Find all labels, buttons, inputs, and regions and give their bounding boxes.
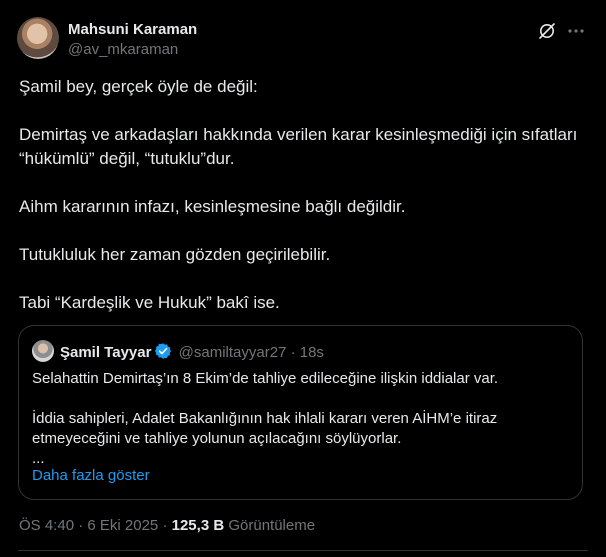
show-more-link[interactable]: Daha fazla göster [32,467,150,484]
tweet-footer: ÖS 4:40 · 6 Eki 2025 · 125,3 B Görüntüle… [19,517,315,534]
author-avatar[interactable] [17,17,59,59]
quoted-tweet[interactable]: Şamil Tayyar @samiltayyar27 · 18s Selaha… [18,325,583,500]
author-handle[interactable]: @av_mkaraman [68,41,178,58]
tweet-paragraph: Şamil bey, gerçek öyle de değil: [19,77,258,96]
tweet-text: Şamil bey, gerçek öyle de değil: Demirta… [19,75,579,315]
quoted-tweet-header: Şamil Tayyar @samiltayyar27 · 18s [60,342,324,361]
more-icon[interactable] [566,21,586,41]
quoted-author-avatar[interactable] [32,340,54,362]
meta-separator: · [78,517,84,534]
quoted-tweet-time[interactable]: 18s [300,344,324,361]
tweet-date[interactable]: 6 Eki 2025 [87,517,158,534]
divider [18,550,588,551]
view-count: 125,3 B [171,517,225,534]
meta-separator: · [162,517,168,534]
tweet-paragraph: Tutukluluk her zaman gözden geçirilebili… [19,245,331,264]
meta-separator: · [290,344,296,361]
quoted-tweet-text: Selahattin Demirtaş’ın 8 Ekim’de tahliye… [32,369,562,469]
quoted-author-handle[interactable]: @samiltayyar27 [179,344,287,361]
author-name[interactable]: Mahsuni Karaman [68,21,197,38]
tweet: Mahsuni Karaman @av_mkaraman Şamil bey, … [0,0,606,557]
view-label: Görüntüleme [228,517,316,534]
quoted-paragraph: İddia sahipleri, Adalet Bakanlığının hak… [32,410,498,467]
tweet-paragraph: Tabi “Kardeşlik ve Hukuk” bakî ise. [19,293,280,312]
quoted-author-name[interactable]: Şamil Tayyar [60,344,151,361]
verified-badge-icon [155,343,172,359]
tweet-paragraph: Aihm kararının infazı, kesinleşmesine ba… [19,197,406,216]
tweet-time[interactable]: ÖS 4:40 [19,517,74,534]
grok-icon[interactable] [537,21,557,41]
tweet-paragraph: Demirtaş ve arkadaşları hakkında verilen… [19,125,578,168]
quoted-paragraph: Selahattin Demirtaş’ın 8 Ekim’de tahliye… [32,370,499,387]
